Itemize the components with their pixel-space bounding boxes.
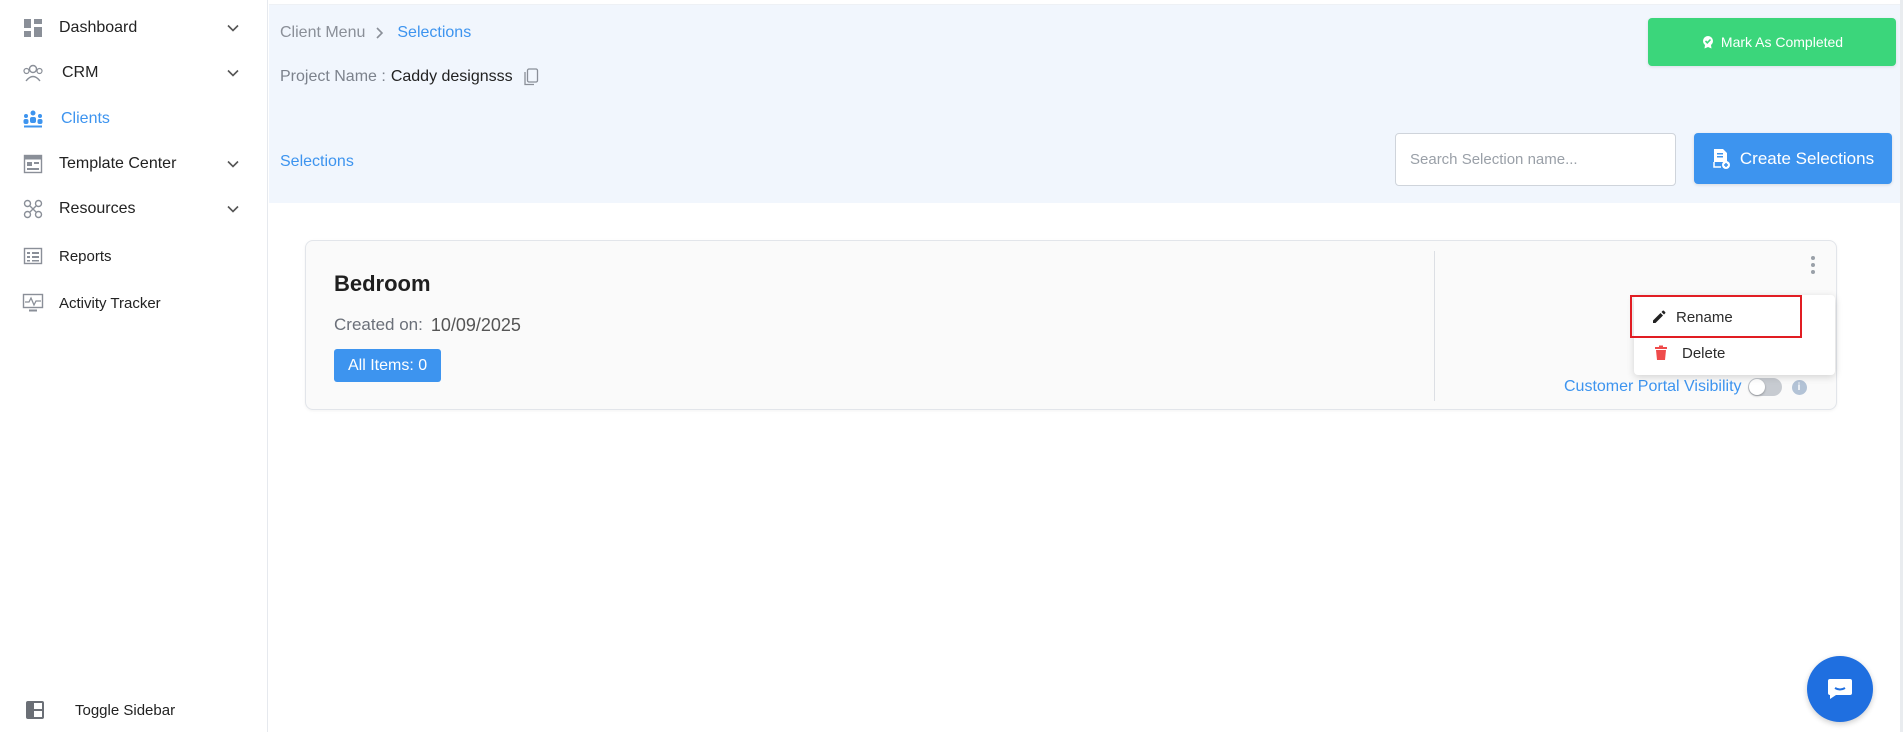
sidebar-item-activity-tracker[interactable]: Activity Tracker xyxy=(0,281,268,325)
sidebar-item-label: Clients xyxy=(61,110,110,127)
sidebar-item-clients[interactable]: Clients xyxy=(0,97,268,141)
toggle-sidebar-button[interactable]: Toggle Sidebar xyxy=(0,690,268,730)
more-options-icon[interactable] xyxy=(1805,253,1821,277)
selection-context-menu: Rename Delete xyxy=(1634,295,1835,375)
chevron-down-icon xyxy=(227,24,239,32)
sidebar-item-dashboard[interactable]: Dashboard xyxy=(0,6,268,50)
chevron-down-icon xyxy=(227,69,239,77)
sidebar-item-label: CRM xyxy=(62,64,99,81)
sidebar-item-resources[interactable]: Resources xyxy=(0,187,268,231)
sidebar-item-label: Template Center xyxy=(59,155,177,172)
created-date: 10/09/2025 xyxy=(430,315,521,335)
activity-icon xyxy=(22,292,44,314)
clients-icon xyxy=(22,108,44,130)
all-items-badge[interactable]: All Items: 0 xyxy=(334,349,442,382)
create-selections-label: Create Selections xyxy=(1739,148,1875,168)
customer-portal-visibility: Customer Portal Visibility i xyxy=(1564,378,1807,396)
info-icon[interactable]: i xyxy=(1791,379,1807,395)
trash-icon xyxy=(1652,344,1670,362)
template-icon xyxy=(22,153,44,175)
rename-menu-item[interactable]: Rename xyxy=(1634,299,1835,335)
chat-icon xyxy=(1826,677,1854,701)
project-name-label: Project Name : xyxy=(280,68,386,85)
dashboard-icon xyxy=(22,17,44,39)
create-selections-button[interactable]: Create Selections xyxy=(1694,133,1892,184)
sidebar-item-template-center[interactable]: Template Center xyxy=(0,142,268,186)
project-name-value: Caddy designsss xyxy=(390,68,513,85)
sidebar-item-crm[interactable]: CRM xyxy=(0,51,268,95)
delete-menu-item[interactable]: Delete xyxy=(1634,335,1835,371)
badge-check-icon xyxy=(1701,35,1715,49)
sidebar-item-label: Reports xyxy=(59,247,112,265)
selection-title: Bedroom xyxy=(334,271,431,296)
copy-icon[interactable] xyxy=(523,68,539,86)
crm-icon xyxy=(22,62,44,84)
mark-as-completed-button[interactable]: Mark As Completed xyxy=(1648,18,1896,66)
sidebar-item-label: Resources xyxy=(59,200,136,217)
sidebar-toggle-icon xyxy=(24,699,46,721)
reports-icon xyxy=(22,245,44,267)
breadcrumb-current: Selections xyxy=(397,24,472,41)
card-divider xyxy=(1434,251,1435,401)
toggle-sidebar-label: Toggle Sidebar xyxy=(75,701,176,719)
sidebar-item-label: Dashboard xyxy=(59,19,138,36)
section-title: Selections xyxy=(280,153,354,170)
created-label: Created on: xyxy=(334,315,423,334)
selection-card[interactable]: Bedroom Created on: 10/09/2025 All Items… xyxy=(305,240,1837,410)
portal-visibility-toggle[interactable] xyxy=(1747,378,1782,396)
sidebar: Dashboard CRM Clients Template Center Re… xyxy=(0,0,268,732)
portal-visibility-label: Customer Portal Visibility xyxy=(1564,378,1742,395)
selection-created: Created on: 10/09/2025 xyxy=(334,315,521,336)
breadcrumb-client-menu[interactable]: Client Menu xyxy=(280,24,365,42)
add-document-icon xyxy=(1712,148,1730,170)
breadcrumb: Client Menu Selections xyxy=(280,24,471,42)
chevron-right-icon xyxy=(375,26,385,40)
delete-label: Delete xyxy=(1682,344,1726,362)
project-name: Project Name : Caddy designsss xyxy=(280,68,539,86)
rename-label: Rename xyxy=(1676,308,1733,326)
sidebar-item-reports[interactable]: Reports xyxy=(0,234,268,278)
chat-widget-button[interactable] xyxy=(1807,656,1873,722)
search-selection-input[interactable] xyxy=(1395,133,1676,186)
resources-icon xyxy=(22,198,44,220)
mark-as-completed-label: Mark As Completed xyxy=(1720,34,1844,50)
sidebar-item-label: Activity Tracker xyxy=(59,294,161,312)
chevron-down-icon xyxy=(227,205,239,213)
pencil-icon xyxy=(1650,308,1668,326)
chevron-down-icon xyxy=(227,160,239,168)
